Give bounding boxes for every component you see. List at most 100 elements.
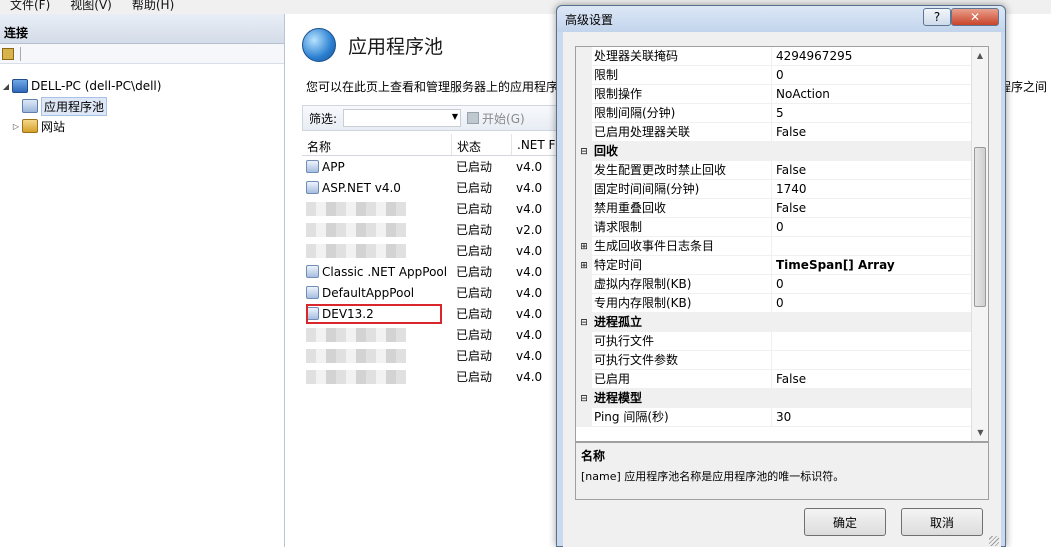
property-value[interactable]: False xyxy=(772,199,972,218)
table-row[interactable]: DefaultAppPool 已启动 v4.0 xyxy=(302,282,562,303)
grid-header: 名称 状态 .NET F xyxy=(302,134,562,156)
blurred-name xyxy=(306,348,406,363)
property-value[interactable]: False xyxy=(772,123,972,142)
pool-status: 已启动 xyxy=(456,160,493,174)
table-row[interactable]: 已启动 v4.0 xyxy=(302,324,562,345)
app-pool-icon xyxy=(306,286,319,299)
expand-icon[interactable]: ▷ xyxy=(10,122,22,131)
property-name: 限制间隔(分钟) xyxy=(592,104,772,123)
property-value[interactable]: 0 xyxy=(772,275,972,294)
property-value[interactable]: False xyxy=(772,370,972,389)
table-row[interactable]: Classic .NET AppPool 已启动 v4.0 xyxy=(302,261,562,282)
menu-file[interactable]: 文件(F) xyxy=(0,0,60,11)
table-row[interactable]: APP 已启动 v4.0 xyxy=(302,156,562,177)
property-row[interactable]: Ping 间隔(秒) 30 xyxy=(576,408,988,427)
property-row[interactable]: 禁用重叠回收 False xyxy=(576,199,988,218)
property-category[interactable]: ⊟ 回收 xyxy=(576,142,988,161)
filter-input[interactable]: ▼ xyxy=(343,109,462,127)
scroll-up-icon[interactable]: ▲ xyxy=(972,47,988,64)
expand-toggle-icon[interactable]: ⊟ xyxy=(576,313,592,332)
table-row[interactable]: 已启动 v4.0 xyxy=(302,198,562,219)
property-value[interactable]: 1740 xyxy=(772,180,972,199)
connect-icon[interactable] xyxy=(2,47,14,60)
property-value[interactable]: NoAction xyxy=(772,85,972,104)
property-value[interactable]: 0 xyxy=(772,294,972,313)
expand-toggle-icon[interactable]: ⊞ xyxy=(576,256,592,275)
property-value[interactable] xyxy=(772,237,972,256)
ok-button[interactable]: 确定 xyxy=(804,508,886,536)
table-row[interactable]: 已启动 v4.0 xyxy=(302,240,562,261)
property-row[interactable]: 已启用 False xyxy=(576,370,988,389)
property-scrollbar[interactable]: ▲ ▼ xyxy=(971,47,988,441)
property-row[interactable]: 已启用处理器关联 False xyxy=(576,123,988,142)
pool-net-version: v4.0 xyxy=(516,306,543,321)
pool-net-version: v4.0 xyxy=(516,180,543,195)
scroll-down-icon[interactable]: ▼ xyxy=(972,424,988,441)
expand-toggle-icon[interactable]: ⊞ xyxy=(576,237,592,256)
pool-name-cell xyxy=(302,243,452,258)
table-row[interactable]: 已启动 v4.0 xyxy=(302,345,562,366)
property-value[interactable]: 5 xyxy=(772,104,972,123)
property-value[interactable]: 0 xyxy=(772,66,972,85)
property-row[interactable]: 可执行文件参数 xyxy=(576,351,988,370)
property-category[interactable]: ⊟ 进程模型 xyxy=(576,389,988,408)
property-value[interactable]: 30 xyxy=(772,408,972,427)
expand-toggle-icon[interactable]: ⊟ xyxy=(576,389,592,408)
connections-toolbar xyxy=(0,44,284,64)
help-button[interactable]: ? xyxy=(923,8,951,26)
row-gutter xyxy=(576,199,592,218)
cancel-button[interactable]: 取消 xyxy=(901,508,983,536)
server-icon xyxy=(12,79,28,93)
table-row[interactable]: 已启动 v4.0 xyxy=(302,366,562,387)
property-value[interactable]: False xyxy=(772,161,972,180)
column-net[interactable]: .NET F xyxy=(512,134,562,155)
expand-toggle-icon[interactable]: ⊟ xyxy=(576,142,592,161)
property-row[interactable]: 限制操作 NoAction xyxy=(576,85,988,104)
property-row[interactable]: 虚拟内存限制(KB) 0 xyxy=(576,275,988,294)
property-value[interactable] xyxy=(772,142,972,161)
property-value[interactable] xyxy=(772,313,972,332)
tree-item-server[interactable]: ◢ DELL-PC (dell-PC\dell) xyxy=(0,76,284,96)
column-status[interactable]: 状态 xyxy=(452,134,512,155)
property-row[interactable]: 固定时间间隔(分钟) 1740 xyxy=(576,180,988,199)
table-row[interactable]: ASP.NET v4.0 已启动 v4.0 xyxy=(302,177,562,198)
property-row[interactable]: 限制 0 xyxy=(576,66,988,85)
property-row[interactable]: 限制间隔(分钟) 5 xyxy=(576,104,988,123)
expand-icon[interactable]: ◢ xyxy=(0,82,12,91)
property-row[interactable]: 请求限制 0 xyxy=(576,218,988,237)
property-row[interactable]: 可执行文件 xyxy=(576,332,988,351)
row-gutter xyxy=(576,294,592,313)
property-value[interactable] xyxy=(772,351,972,370)
scroll-thumb[interactable] xyxy=(974,147,986,307)
property-value[interactable]: 4294967295 xyxy=(772,47,972,66)
close-button[interactable]: ✕ xyxy=(951,8,999,26)
tree-item-sites[interactable]: ▷ 网站 xyxy=(0,116,284,136)
property-row[interactable]: 发生配置更改时禁止回收 False xyxy=(576,161,988,180)
property-row[interactable]: ⊞ 生成回收事件日志条目 xyxy=(576,237,988,256)
row-gutter xyxy=(576,161,592,180)
page-title: 应用程序池 xyxy=(348,35,444,58)
property-category[interactable]: ⊟ 进程孤立 xyxy=(576,313,988,332)
menu-view[interactable]: 视图(V) xyxy=(60,0,122,11)
connections-header: 连接 xyxy=(0,14,284,44)
table-row[interactable]: 已启动 v2.0 xyxy=(302,219,562,240)
property-value[interactable] xyxy=(772,389,972,408)
chevron-down-icon[interactable]: ▼ xyxy=(452,112,458,121)
tree-item-app-pools[interactable]: 应用程序池 xyxy=(0,96,284,116)
start-label: 开始(G) xyxy=(482,111,525,126)
blurred-name xyxy=(306,327,406,342)
resize-grip-icon[interactable] xyxy=(989,536,999,546)
pool-name-cell xyxy=(302,348,452,363)
property-name: 进程孤立 xyxy=(592,313,772,332)
property-value[interactable]: 0 xyxy=(772,218,972,237)
property-row[interactable]: ⊞ 特定时间 TimeSpan[] Array xyxy=(576,256,988,275)
start-button[interactable]: 开始(G) xyxy=(467,110,525,127)
column-name[interactable]: 名称 xyxy=(302,134,452,155)
property-row[interactable]: 专用内存限制(KB) 0 xyxy=(576,294,988,313)
row-gutter xyxy=(576,123,592,142)
property-row[interactable]: 处理器关联掩码 4294967295 xyxy=(576,47,988,66)
property-name: 专用内存限制(KB) xyxy=(592,294,772,313)
property-value[interactable]: TimeSpan[] Array xyxy=(772,256,972,275)
property-value[interactable] xyxy=(772,332,972,351)
menu-help[interactable]: 帮助(H) xyxy=(122,0,184,11)
